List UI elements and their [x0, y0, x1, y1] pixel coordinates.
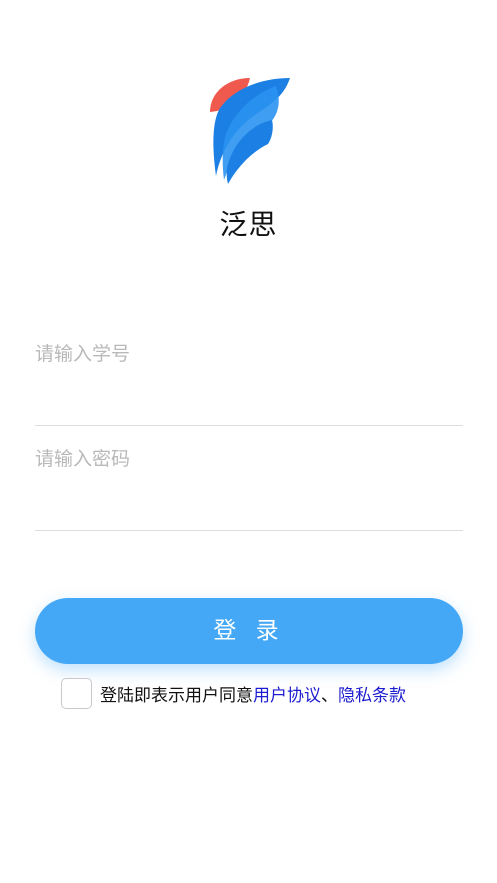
app-name: 泛思: [219, 208, 278, 241]
agreement-checkbox[interactable]: [61, 677, 92, 709]
login-button[interactable]: 登 录: [35, 598, 463, 664]
app-logo-icon: [206, 76, 294, 186]
agreement-separator: 、: [321, 685, 338, 706]
student-id-input[interactable]: [35, 343, 463, 365]
password-field: [35, 448, 463, 531]
student-id-field: [35, 343, 463, 426]
password-input[interactable]: [35, 448, 463, 470]
agreement-text: 登陆即表示用户同意: [100, 685, 253, 706]
agreement-row: 登陆即表示用户同意 用户协议 、 隐私条款: [61, 676, 406, 710]
user-agreement-link[interactable]: 用户协议: [253, 681, 321, 706]
login-screen: 泛思 登 录 登陆即表示用户同意 用户协议 、 隐私条款: [0, 0, 497, 883]
privacy-policy-link[interactable]: 隐私条款: [338, 681, 406, 706]
